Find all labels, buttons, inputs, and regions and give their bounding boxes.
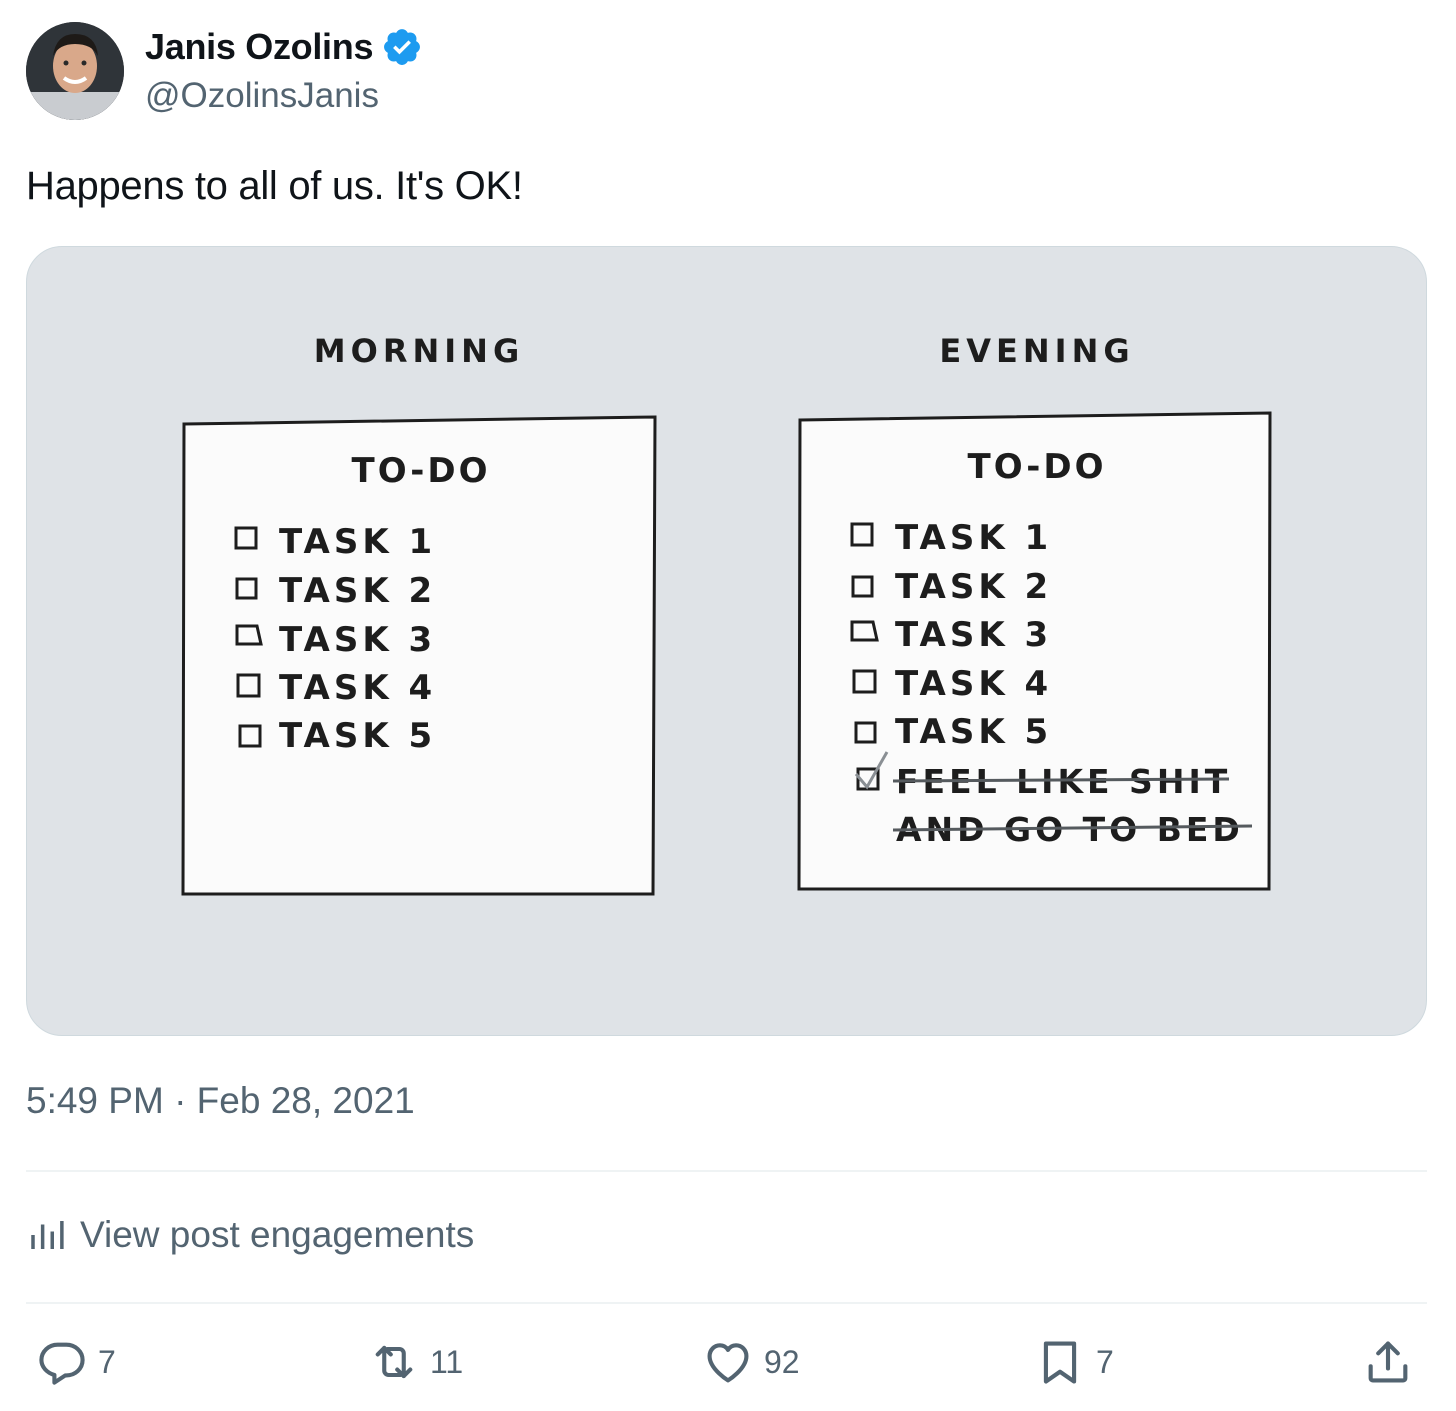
evening-heading: EVENING (939, 332, 1134, 370)
tweet-timestamp[interactable]: 5:49 PM · Feb 28, 2021 (26, 1080, 415, 1122)
evening-task: TASK 5 (895, 712, 1052, 752)
strikethrough-line (892, 777, 1230, 783)
todo-cartoon: MORNING TO-DO TASK 1 TASK 2 TASK 3 TASK … (181, 332, 1272, 896)
morning-task: TASK 4 (279, 668, 436, 708)
morning-task: TASK 2 (279, 571, 436, 611)
repost-count: 11 (430, 1343, 464, 1380)
morning-heading: MORNING (314, 332, 524, 370)
divider (26, 1302, 1427, 1304)
morning-task: TASK 5 (279, 716, 436, 756)
evening-task: TASK 2 (895, 567, 1052, 607)
divider (26, 1170, 1427, 1172)
bookmark-button[interactable]: 7 (1034, 1336, 1114, 1388)
like-button[interactable]: 92 (702, 1336, 800, 1388)
like-count: 92 (764, 1343, 800, 1380)
verified-badge-icon (384, 29, 421, 65)
avatar-photo (26, 22, 124, 120)
morning-task: TASK 3 (279, 620, 436, 660)
author-handle[interactable]: @OzolinsJanis (145, 76, 379, 116)
heart-icon (707, 1343, 749, 1383)
view-engagements-label: View post engagements (80, 1214, 475, 1255)
bar-chart-icon (31, 1221, 64, 1249)
reply-button[interactable]: 7 (36, 1336, 116, 1388)
bookmark-icon (1043, 1341, 1077, 1384)
evening-task: TASK 1 (895, 518, 1052, 558)
evening-todo-title: TO-DO (968, 447, 1107, 487)
morning-task: TASK 1 (279, 522, 436, 562)
evening-task: TASK 4 (895, 664, 1052, 704)
bookmark-count: 7 (1096, 1343, 1114, 1380)
tweet-image[interactable]: MORNING TO-DO TASK 1 TASK 2 TASK 3 TASK … (26, 246, 1427, 1036)
share-upload-icon (1368, 1341, 1408, 1383)
tweet-text: Happens to all of us. It's OK! (26, 164, 523, 208)
morning-todo-title: TO-DO (352, 451, 491, 491)
author-display-name[interactable]: Janis Ozolins (145, 26, 423, 68)
avatar[interactable] (26, 22, 124, 120)
reply-count: 7 (98, 1343, 116, 1380)
repost-button[interactable]: 11 (368, 1336, 463, 1388)
author-name-text: Janis Ozolins (145, 26, 374, 67)
share-button[interactable] (1362, 1336, 1414, 1388)
view-engagements-link[interactable]: View post engagements (26, 1214, 474, 1256)
evening-task: TASK 3 (895, 615, 1052, 655)
speech-bubble-icon (39, 1342, 85, 1385)
repost-arrows-icon (375, 1345, 413, 1379)
